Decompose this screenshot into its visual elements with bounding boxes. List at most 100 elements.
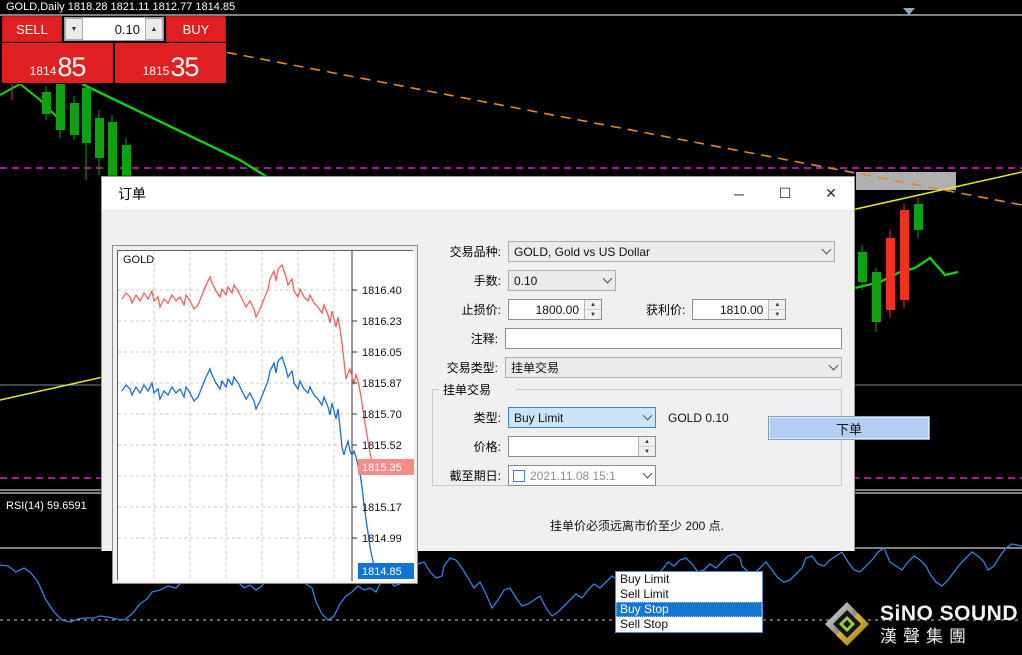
take-profit-up-icon[interactable]: ▲ [769,300,786,310]
sl-tp-row: 止损价: 1800.00 ▲ ▼ 获利价: 1810.00 ▲ ▼ [432,299,842,320]
sell-price-display[interactable]: 1814 85 [2,43,113,83]
buy-button[interactable]: BUY [166,16,226,42]
dialog-title-bar[interactable]: 订单 ─ ☐ ✕ [102,177,854,211]
place-order-button[interactable]: 下单 [768,416,930,440]
pending-price-arrows[interactable]: ▲ ▼ [638,437,655,456]
svg-text:1814.85: 1814.85 [362,566,402,578]
stop-loss-arrows[interactable]: ▲ ▼ [584,300,601,319]
pending-group-legend: 挂单交易 [440,381,495,398]
take-profit-label: 获利价: [646,303,686,317]
sell-price-integer: 1814 [29,64,57,78]
trade-type-label: 交易类型: [446,361,498,375]
one-click-trading-panel[interactable]: SELL ▼ 0.10 ▲ BUY 1814 85 1815 35 [2,16,226,84]
watermark-chinese: 漢聲集團 [879,627,972,646]
pending-price-down-icon[interactable]: ▼ [639,447,655,456]
dialog-title: 订单 [118,185,146,202]
lots-value: 0.10 [514,273,538,288]
tick-chart-panel: 1816.40 1816.23 1816.05 1815.87 1815.70 … [112,245,418,584]
watermark-english: SiNO SOUND [879,602,1018,625]
trade-type-select[interactable]: 挂单交易 [505,357,842,378]
svg-text:1816.23: 1816.23 [362,316,402,328]
chevron-down-icon [821,244,832,254]
volume-decrease-icon[interactable]: ▼ [65,18,83,40]
oct-price-row: 1814 85 1815 35 [2,43,226,83]
trade-type-value: 挂单交易 [511,361,560,375]
chart-symbol-header: GOLD,Daily 1818.28 1821.11 1812.77 1814.… [6,1,236,13]
trade-type-row: 交易类型: 挂单交易 [432,357,842,378]
lots-label: 手数: [473,274,501,288]
stop-loss-up-icon[interactable]: ▲ [585,300,601,310]
pending-price-stepper[interactable]: ▲ ▼ [508,436,656,457]
symbol-select[interactable]: GOLD, Gold vs US Dollar [508,241,835,262]
oct-top-row: SELL ▼ 0.10 ▲ BUY [2,16,226,42]
symbol-row: 交易品种: GOLD, Gold vs US Dollar [432,241,842,262]
expiry-value: 2021.11.08 15:1 [530,468,616,483]
comment-input[interactable] [505,328,842,349]
svg-text:1815.17: 1815.17 [362,502,402,514]
pending-type-select[interactable]: Buy Limit [508,407,656,428]
lots-row: 手数: 0.10 [432,270,842,291]
chevron-down-icon [642,468,653,478]
symbol-label: 交易品种: [449,245,501,259]
buy-price-integer: 1815 [142,64,170,78]
tick-chart-symbol-label: GOLD [123,254,155,266]
tick-chart-svg: 1816.40 1816.23 1816.05 1815.87 1815.70 … [118,251,414,581]
pending-type-dropdown-list[interactable]: Buy Limit Sell Limit Buy Stop Sell Stop [615,571,763,633]
svg-text:1815.35: 1815.35 [362,462,402,474]
pending-type-value: Buy Limit [514,410,564,425]
pending-type-label: 类型: [473,411,501,425]
pending-price-value[interactable] [509,437,638,456]
svg-text:1816.05: 1816.05 [362,347,402,359]
symbol-value: GOLD, Gold vs US Dollar [514,244,651,259]
expiry-label: 截至期日: [449,469,501,483]
lots-select[interactable]: 0.10 [508,270,616,291]
take-profit-stepper[interactable]: 1810.00 ▲ ▼ [692,299,787,320]
svg-text:1815.70: 1815.70 [362,409,402,421]
svg-text:1816.40: 1816.40 [362,285,402,297]
dialog-body: 1816.40 1816.23 1816.05 1815.87 1815.70 … [102,211,930,584]
take-profit-value[interactable]: 1810.00 [693,300,768,319]
stop-loss-value[interactable]: 1800.00 [509,300,584,319]
pending-price-label: 价格: [473,440,501,454]
svg-text:1814.99: 1814.99 [362,533,402,545]
sell-button[interactable]: SELL [2,16,62,42]
dropdown-option[interactable]: Buy Limit [616,572,762,587]
maximize-icon[interactable]: ☐ [762,177,808,210]
comment-row: 注释: [432,328,842,349]
order-form: 交易品种: GOLD, Gold vs US Dollar 手数: 0.10 止… [432,241,842,386]
watermark-logo: SiNO SOUND 漢聲集團 [824,601,1018,647]
expiry-datetime-field[interactable]: 2021.11.08 15:1 [508,465,656,486]
volume-value[interactable]: 0.10 [83,18,145,40]
volume-stepper[interactable]: ▼ 0.10 ▲ [64,17,164,41]
svg-text:1815.52: 1815.52 [362,440,402,452]
watermark-text: SiNO SOUND 漢聲集團 [880,603,1018,645]
dropdown-option[interactable]: Buy Stop [616,602,762,617]
dropdown-option[interactable]: Sell Limit [616,587,762,602]
tick-chart-canvas: 1816.40 1816.23 1816.05 1815.87 1815.70 … [117,250,414,581]
close-icon[interactable]: ✕ [808,177,854,210]
pending-price-up-icon[interactable]: ▲ [639,437,655,447]
buy-price-decimal: 35 [170,52,199,82]
diamond-logo-icon [824,601,870,647]
pending-expiry-row: 截至期日: 2021.11.08 15:1 [432,465,842,486]
svg-text:1815.87: 1815.87 [362,378,402,390]
volume-increase-icon[interactable]: ▲ [145,18,163,40]
rsi-indicator-label: RSI(14) 59.6591 [6,500,87,512]
dropdown-option[interactable]: Sell Stop [616,617,762,632]
pending-price-warning: 挂单价必须远离市价至少 200 点. [549,519,725,533]
chevron-down-icon [642,410,653,420]
chart-caret-icon [903,8,915,15]
order-dialog[interactable]: 订单 ─ ☐ ✕ 1816.40 1816.23 1816.05 1815.87… [101,176,930,633]
comment-label: 注释: [470,332,499,346]
expiry-checkbox[interactable] [513,469,525,482]
stop-loss-label: 止损价: [461,303,501,317]
pending-lot-note: GOLD 0.10 [668,410,729,425]
stop-loss-stepper[interactable]: 1800.00 ▲ ▼ [508,299,602,320]
buy-price-display[interactable]: 1815 35 [115,43,226,83]
stop-loss-down-icon[interactable]: ▼ [585,310,601,319]
chevron-down-icon [602,273,613,283]
sell-price-decimal: 85 [57,52,86,82]
minimize-icon[interactable]: ─ [716,177,762,210]
take-profit-arrows[interactable]: ▲ ▼ [768,300,786,319]
take-profit-down-icon[interactable]: ▼ [769,310,786,319]
